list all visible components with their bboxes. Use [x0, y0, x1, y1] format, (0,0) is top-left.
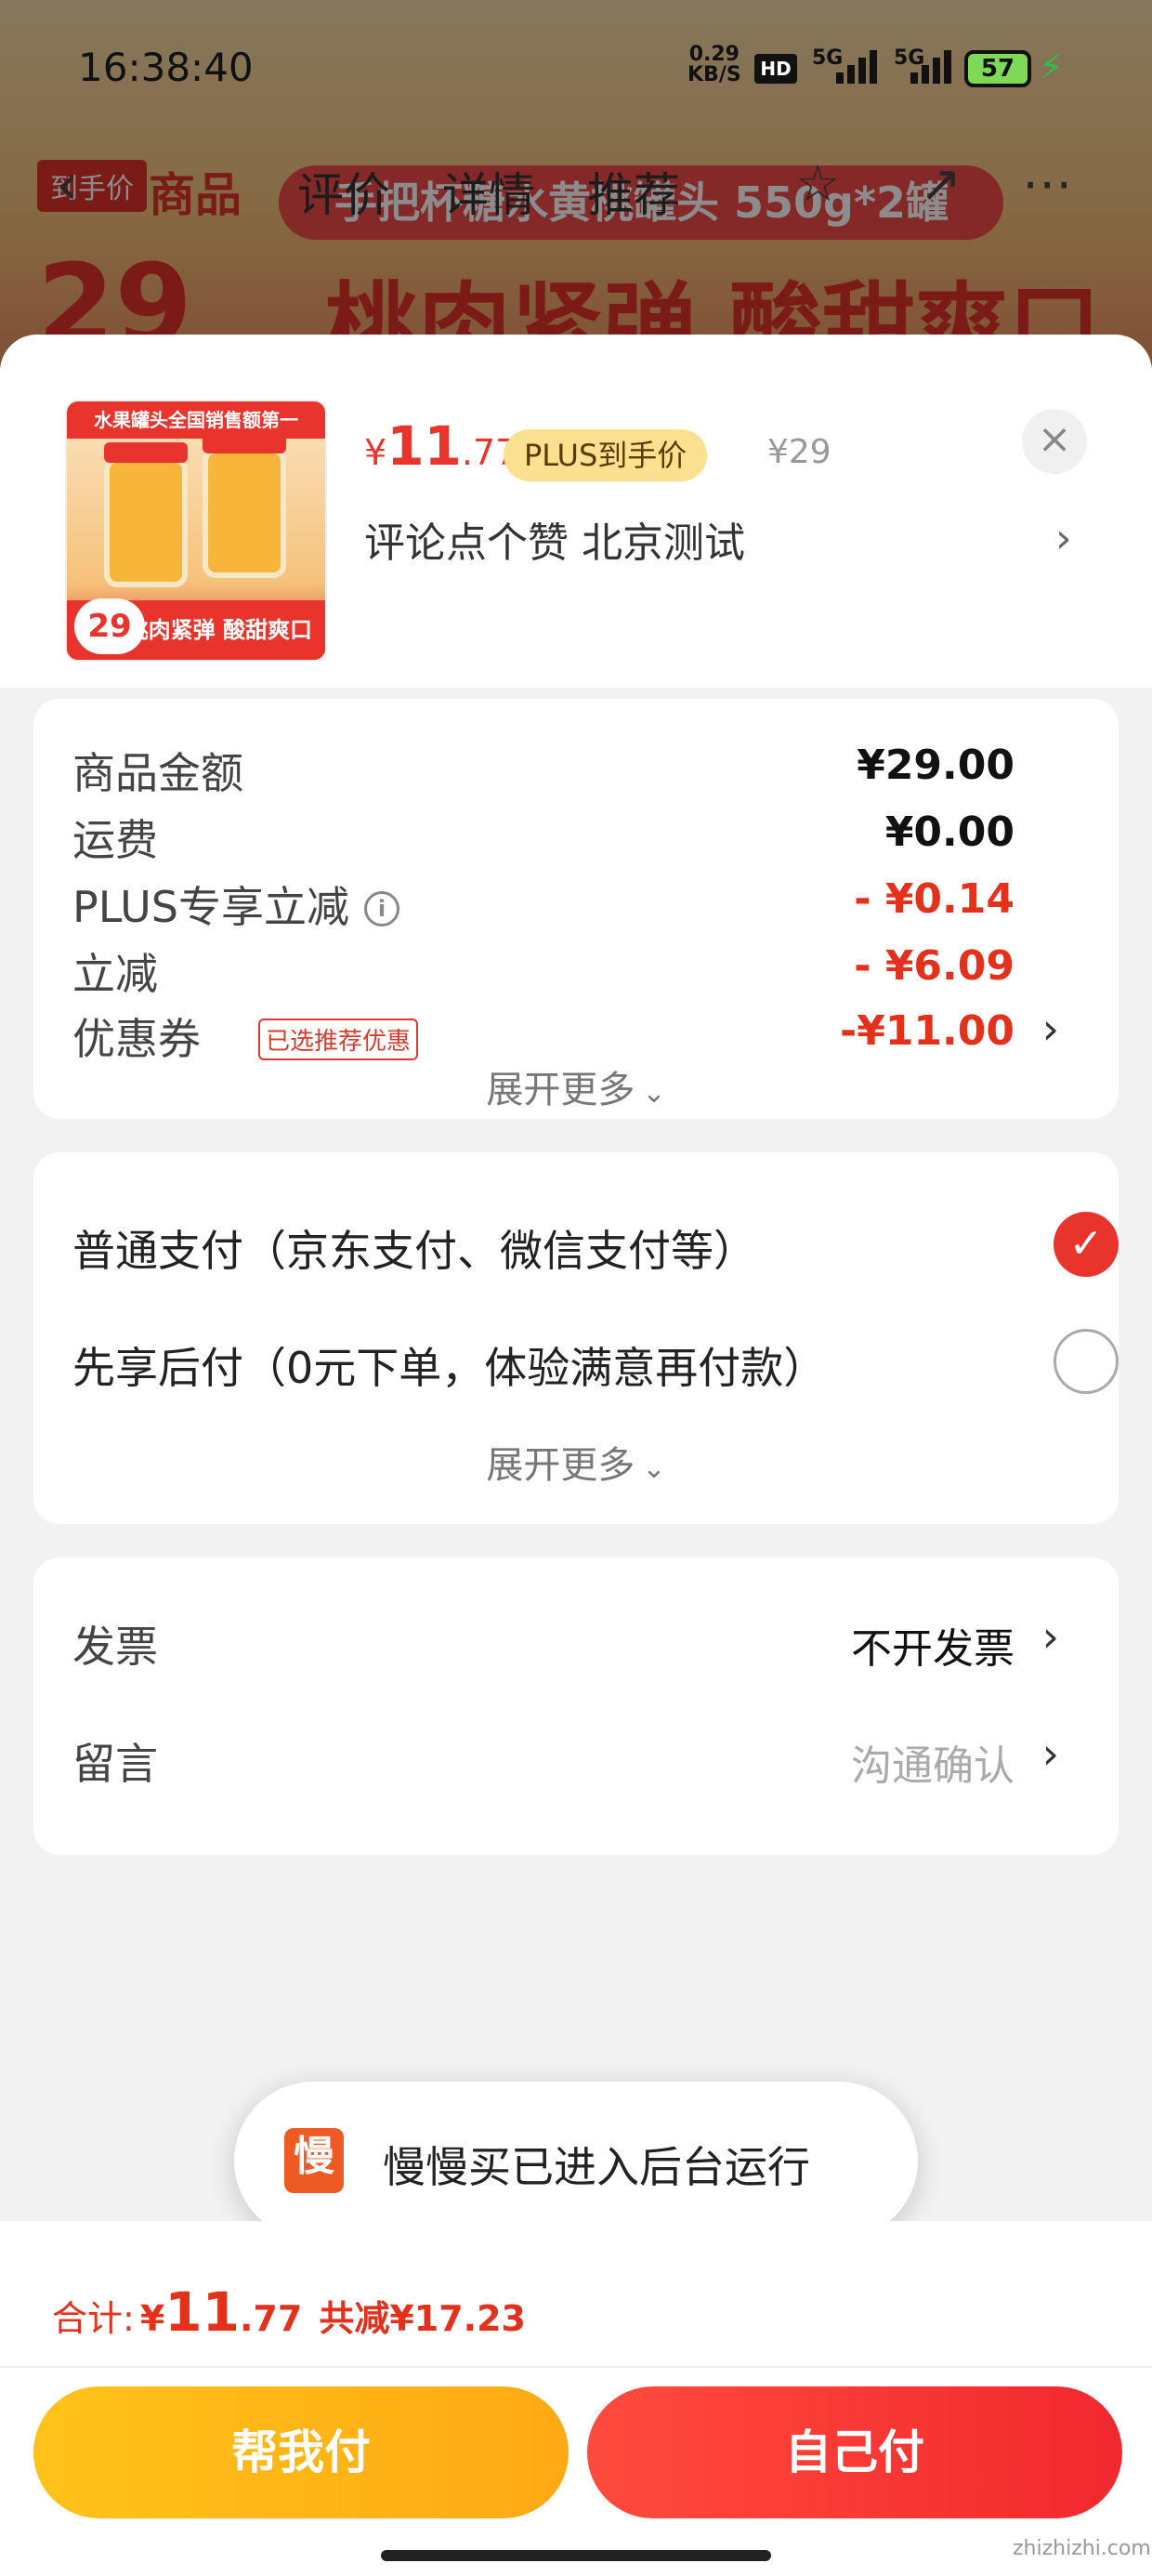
toast-message: 慢慢买已进入后台运行	[383, 2142, 810, 2192]
info-icon[interactable]: i	[363, 891, 399, 927]
chevron-down-icon: ⌄	[642, 1077, 666, 1110]
jar-image	[203, 433, 286, 578]
total-saved: 共减¥17.23	[319, 2298, 526, 2339]
current-price: ¥11.77	[364, 414, 518, 478]
product-thumbnail[interactable]: 水果罐头全国销售额第一 桃肉紧弹 酸甜爽口 29	[65, 400, 327, 662]
jar-image	[104, 442, 188, 587]
chevron-down-icon: ⌄	[642, 1452, 666, 1485]
hd-icon: HD	[754, 54, 797, 84]
chevron-right-icon: ›	[1041, 1611, 1059, 1662]
charging-icon: ⚡	[1039, 46, 1064, 87]
order-total: 合计: ¥11.77 共减¥17.23	[52, 2280, 526, 2344]
summary-row-coupon[interactable]: 优惠券 已选推荐优惠 -¥11.00 ›	[72, 991, 1080, 1065]
close-button[interactable]: ×	[1022, 409, 1087, 474]
background-run-toast: 慢扎扎比价 慢慢买已进入后台运行	[234, 2082, 918, 2240]
status-bar: 16:38:40 0.29 KB/S HD 5G 5G 57 ⚡	[0, 0, 1152, 139]
battery-icon: 57	[964, 50, 1031, 87]
expand-more-payment[interactable]: 展开更多 ⌄	[33, 1435, 1119, 1489]
watermark: zhizhizhi.com	[1013, 2537, 1151, 2560]
original-price: ¥29	[767, 433, 831, 471]
product-header: 水果罐头全国销售额第一 桃肉紧弹 酸甜爽口 29 ¥11.77 PLUS到手价 …	[0, 335, 1152, 688]
chevron-right-icon: ›	[1041, 1728, 1059, 1779]
chevron-right-icon: ›	[1041, 1004, 1059, 1054]
expand-more-summary[interactable]: 展开更多 ⌄	[33, 1059, 1119, 1113]
help-me-pay-button[interactable]: 帮我付	[33, 2386, 569, 2518]
summary-row-plus-discount[interactable]: PLUS专享立减 i - ¥0.14	[72, 859, 1080, 933]
radio-checked-icon[interactable]: ✓	[1054, 1212, 1119, 1277]
thumb-banner: 水果罐头全国销售额第一	[67, 401, 325, 439]
coupon-tag: 已选推荐优惠	[258, 1019, 419, 1060]
extra-info-card: 发票 不开发票 › 留言 沟通确认 ›	[33, 1557, 1119, 1855]
divider	[0, 2366, 1152, 2368]
signal-bars-icon-2	[910, 46, 957, 84]
plus-badge: PLUS到手价	[504, 429, 708, 481]
radio-unchecked-icon[interactable]	[1054, 1329, 1119, 1394]
bottom-action-bar: 合计: ¥11.77 共减¥17.23 帮我付 自己付 zhizhizhi.com	[0, 2221, 1152, 2576]
note-row[interactable]: 留言 沟通确认 ›	[72, 1715, 1080, 1790]
price-summary-card: 商品金额 ¥29.00 运费 ¥0.00 PLUS专享立减 i - ¥0.14 立…	[33, 699, 1119, 1119]
thumb-price: 29	[74, 598, 145, 654]
chevron-right-icon[interactable]: ›	[1055, 515, 1072, 562]
clock: 16:38:40	[78, 45, 254, 90]
summary-row-instant-discount: 立减 - ¥6.09	[72, 942, 1015, 999]
close-icon: ×	[1037, 415, 1072, 463]
summary-row-goods: 商品金额 ¥29.00	[72, 742, 1015, 798]
spec-selector[interactable]: 评论点个赞 北京测试	[364, 509, 745, 569]
manmanmai-logo-icon: 慢扎扎比价	[284, 2128, 344, 2193]
signal-bars-icon	[836, 46, 883, 84]
payment-option-pay-later[interactable]: 先享后付（0元下单，体验满意再付款）	[72, 1316, 1119, 1400]
network-speed: 0.29 KB/S	[687, 43, 741, 86]
invoice-row[interactable]: 发票 不开发票 ›	[72, 1598, 1080, 1673]
home-indicator[interactable]	[381, 2550, 771, 2561]
summary-row-shipping: 运费 ¥0.00	[72, 808, 1015, 865]
pay-myself-button[interactable]: 自己付	[587, 2386, 1122, 2518]
payment-method-card: 普通支付（京东支付、微信支付等） ✓ 先享后付（0元下单，体验满意再付款） 展开…	[33, 1152, 1119, 1524]
payment-option-normal[interactable]: 普通支付（京东支付、微信支付等） ✓	[72, 1199, 1119, 1282]
